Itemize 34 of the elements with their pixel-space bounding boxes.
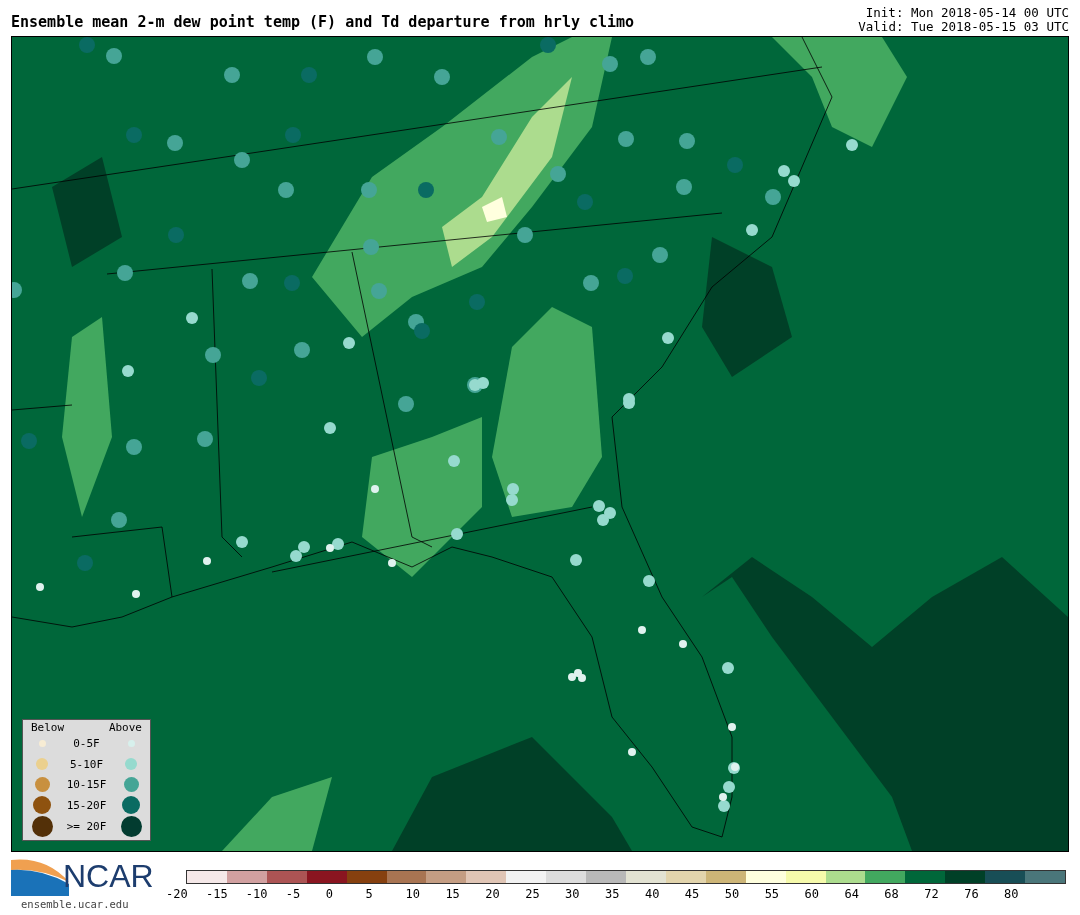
tick-label: 76 bbox=[964, 887, 979, 901]
site-url: ensemble.ucar.edu bbox=[21, 898, 130, 910]
tick-label: 5 bbox=[365, 887, 373, 901]
tick-label: 35 bbox=[605, 887, 620, 901]
tick-label: 10 bbox=[405, 887, 420, 901]
tick-label: 15 bbox=[445, 887, 460, 901]
tick-label: 68 bbox=[884, 887, 899, 901]
logo-text: NCAR bbox=[63, 857, 154, 895]
valid-time: Valid: Tue 2018-05-15 03 UTC bbox=[858, 20, 1069, 34]
tick-label: 25 bbox=[525, 887, 540, 901]
legend-label: 5-10F bbox=[68, 757, 105, 771]
tick-label: 30 bbox=[565, 887, 580, 901]
legend-label: 10-15F bbox=[65, 778, 108, 792]
tick-label: 0 bbox=[325, 887, 333, 901]
legend-label: 15-20F bbox=[65, 798, 108, 812]
tick-label: 40 bbox=[644, 887, 660, 901]
legend-label: >= 20F bbox=[65, 819, 108, 833]
tick-label: 45 bbox=[684, 887, 700, 901]
tick-label: 64 bbox=[844, 887, 859, 901]
tick-label: 55 bbox=[764, 887, 780, 901]
tick-label: -20 bbox=[166, 887, 188, 901]
tick-label: -15 bbox=[205, 887, 228, 901]
tick-label: 60 bbox=[804, 887, 819, 901]
legend-heading: Above bbox=[108, 720, 142, 734]
tick-label: -5 bbox=[285, 887, 301, 901]
tick-label: 80 bbox=[1004, 887, 1019, 901]
tick-label: -10 bbox=[245, 887, 268, 901]
tick-label: 72 bbox=[924, 887, 939, 901]
init-time: Init: Mon 2018-05-14 00 UTC bbox=[865, 6, 1069, 20]
legend-heading: Below bbox=[31, 720, 65, 734]
legend-label: 0-5F bbox=[72, 737, 101, 751]
tick-label: 50 bbox=[724, 887, 740, 901]
tick-label: 20 bbox=[485, 887, 500, 901]
chart-title: Ensemble mean 2-m dew point temp (F) and Td departure from hrly climo bbox=[11, 13, 635, 33]
